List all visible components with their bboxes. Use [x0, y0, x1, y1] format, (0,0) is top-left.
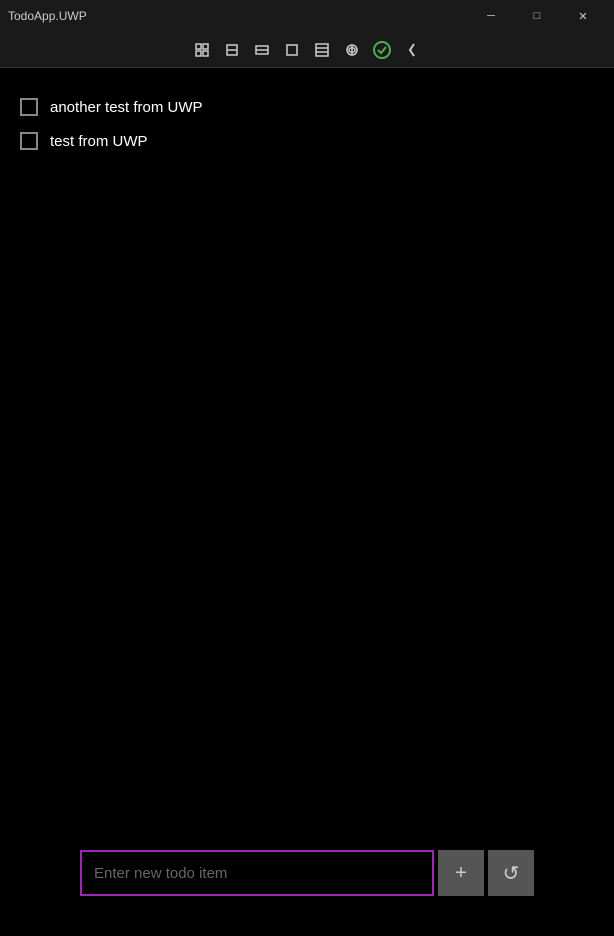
- todo-checkbox-1[interactable]: [20, 98, 38, 116]
- title-bar: TodoApp.UWP ─ □ ✕: [0, 0, 614, 32]
- toolbar-button-6[interactable]: [338, 36, 366, 64]
- todo-item-2: test from UWP: [20, 132, 594, 150]
- todo-checkbox-2[interactable]: [20, 132, 38, 150]
- add-todo-button[interactable]: +: [438, 850, 484, 896]
- close-button[interactable]: ✕: [560, 0, 606, 32]
- todo-label-2[interactable]: test from UWP: [50, 133, 148, 150]
- maximize-button[interactable]: □: [514, 0, 560, 32]
- bottom-bar: + ↺: [0, 850, 614, 896]
- new-todo-input[interactable]: [80, 850, 434, 896]
- todo-list: another test from UWP test from UWP: [20, 88, 594, 160]
- main-content: another test from UWP test from UWP: [0, 68, 614, 936]
- toolbar-button-check[interactable]: [368, 36, 396, 64]
- toolbar-button-1[interactable]: [188, 36, 216, 64]
- toolbar-button-4[interactable]: [278, 36, 306, 64]
- toolbar-button-back[interactable]: [398, 36, 426, 64]
- toolbar-button-3[interactable]: [248, 36, 276, 64]
- todo-label-1[interactable]: another test from UWP: [50, 99, 203, 116]
- todo-item-1: another test from UWP: [20, 98, 594, 116]
- toolbar-button-2[interactable]: [218, 36, 246, 64]
- refresh-button[interactable]: ↺: [488, 850, 534, 896]
- toolbar: [0, 32, 614, 68]
- window-controls: ─ □ ✕: [468, 0, 606, 32]
- toolbar-button-5[interactable]: [308, 36, 336, 64]
- minimize-button[interactable]: ─: [468, 0, 514, 32]
- app-title: TodoApp.UWP: [8, 9, 87, 23]
